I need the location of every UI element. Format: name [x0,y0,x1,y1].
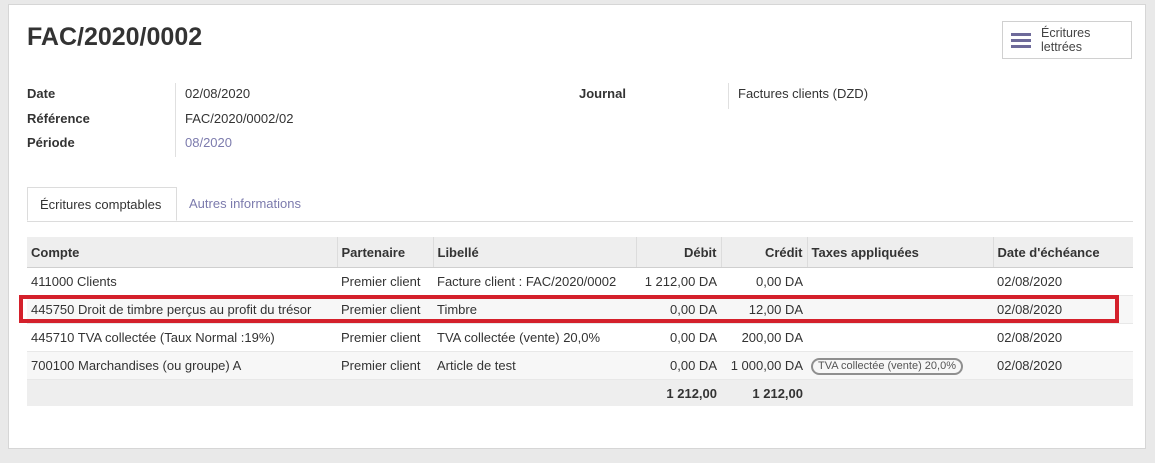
column-header-account[interactable]: Compte [27,237,338,268]
reconciled-entries-label: Écritures lettrées [1041,26,1091,54]
totals-row: 1 212,00 1 212,00 [27,379,1133,406]
reconciled-entries-button[interactable]: Écritures lettrées [1002,21,1132,59]
cell-credit: 12,00 DA [721,295,807,324]
total-debit: 1 212,00 [636,379,721,406]
notebook-tabs: Écritures comptables Autres informations [27,187,1133,222]
journal-items-table: Compte Partenaire Libellé Débit Crédit T… [27,237,1133,406]
date-value: 02/08/2020 [185,86,251,101]
column-header-credit[interactable]: Crédit [721,237,808,268]
column-header-debit[interactable]: Débit [636,237,722,268]
date-label: Date [27,86,56,101]
period-label: Période [27,135,75,150]
cell-due-date: 02/08/2020 [993,295,1133,324]
field-separator [728,83,729,109]
column-header-partner[interactable]: Partenaire [337,237,434,268]
tab-other-info[interactable]: Autres informations [177,187,313,221]
cell-account: 445710 TVA collectée (Taux Normal :19%) [27,323,337,352]
cell-debit: 0,00 DA [636,323,721,352]
cell-label: TVA collectée (vente) 20,0% [433,323,636,352]
cell-credit: 0,00 DA [721,267,807,296]
journal-label: Journal [579,86,626,101]
cell-account: 700100 Marchandises (ou groupe) A [27,351,337,380]
cell-due-date: 02/08/2020 [993,267,1133,296]
column-header-taxes[interactable]: Taxes appliquées [807,237,994,268]
cell-partner: Premier client [337,323,433,352]
cell-credit: 1 000,00 DA [721,351,807,380]
cell-due-date: 02/08/2020 [993,323,1133,352]
cell-account: 411000 Clients [27,267,337,296]
cell-label: Facture client : FAC/2020/0002 [433,267,636,296]
reference-label: Référence [27,111,90,126]
table-row[interactable]: 700100 Marchandises (ou groupe) A Premie… [27,351,1133,380]
tax-tag[interactable]: TVA collectée (vente) 20,0% [811,357,963,375]
total-credit: 1 212,00 [721,379,807,406]
cell-partner: Premier client [337,351,433,380]
record-title: FAC/2020/0002 [27,23,203,51]
reference-value: FAC/2020/0002/02 [185,111,294,126]
cell-partner: Premier client [337,267,433,296]
cell-taxes [807,267,993,296]
cell-credit: 200,00 DA [721,323,807,352]
cell-debit: 1 212,00 DA [636,267,721,296]
cell-due-date: 02/08/2020 [993,351,1133,380]
field-separator [175,83,176,157]
cell-debit: 0,00 DA [636,351,721,380]
cell-account: 445750 Droit de timbre perçus au profit … [27,295,337,324]
table-header-row: Compte Partenaire Libellé Débit Crédit T… [27,237,1133,268]
cell-label: Timbre [433,295,636,324]
tab-journal-items[interactable]: Écritures comptables [27,187,177,221]
list-icon [1011,30,1031,51]
cell-debit: 0,00 DA [636,295,721,324]
column-header-due-date[interactable]: Date d'échéance [993,237,1133,268]
cell-partner: Premier client [337,295,433,324]
table-row[interactable]: 445710 TVA collectée (Taux Normal :19%) … [27,323,1133,352]
journal-value: Factures clients (DZD) [738,86,869,101]
column-header-label[interactable]: Libellé [433,237,637,268]
cell-taxes [807,295,993,324]
form-sheet: FAC/2020/0002 Écritures lettrées Date 02… [8,4,1146,449]
table-row[interactable]: 411000 Clients Premier client Facture cl… [27,267,1133,296]
cell-taxes [807,323,993,352]
period-link[interactable]: 08/2020 [185,135,232,150]
cell-taxes: TVA collectée (vente) 20,0% [807,351,993,380]
cell-label: Article de test [433,351,636,380]
table-row[interactable]: 445750 Droit de timbre perçus au profit … [27,295,1133,324]
